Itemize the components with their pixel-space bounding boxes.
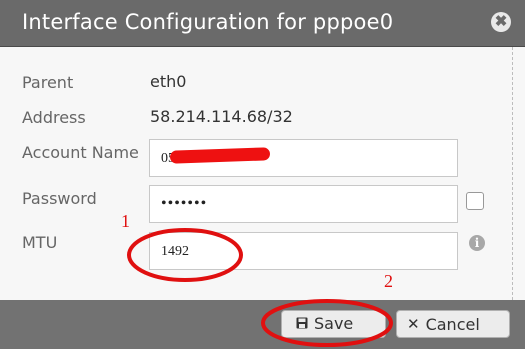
mtu-value: 1492 <box>161 244 189 259</box>
show-password-checkbox[interactable] <box>466 192 484 210</box>
parent-value: eth0 <box>150 72 187 91</box>
save-button[interactable]: Save <box>281 310 386 338</box>
account-name-field[interactable]: 05 <box>149 139 458 177</box>
floppy-disk-icon <box>296 312 308 338</box>
mtu-label: MTU <box>22 233 58 252</box>
interface-config-dialog: Interface Configuration for pppoe0 ✖ Par… <box>0 0 525 349</box>
scroll-edge <box>512 47 525 300</box>
save-label: Save <box>314 314 354 333</box>
parent-label: Parent <box>22 73 74 92</box>
cancel-label: Cancel <box>425 315 480 334</box>
redaction-mark <box>169 147 271 164</box>
mtu-field[interactable]: 1492 <box>149 232 458 270</box>
dialog-title: Interface Configuration for pppoe0 <box>22 10 394 34</box>
password-field[interactable]: ••••••• <box>149 185 458 223</box>
info-icon[interactable]: i <box>469 235 485 251</box>
account-name-label: Account Name <box>22 143 139 162</box>
annotation-marker-2: 2 <box>384 271 393 291</box>
password-value: ••••••• <box>161 195 208 212</box>
annotation-marker-1: 1 <box>121 211 130 231</box>
address-label: Address <box>22 108 86 127</box>
address-value: 58.214.114.68/32 <box>150 107 293 126</box>
close-icon[interactable]: ✖ <box>491 12 511 32</box>
dialog-titlebar: Interface Configuration for pppoe0 ✖ <box>0 0 525 47</box>
password-label: Password <box>22 189 97 208</box>
cancel-button[interactable]: ✕ Cancel <box>396 310 510 338</box>
x-icon: ✕ <box>407 315 420 333</box>
